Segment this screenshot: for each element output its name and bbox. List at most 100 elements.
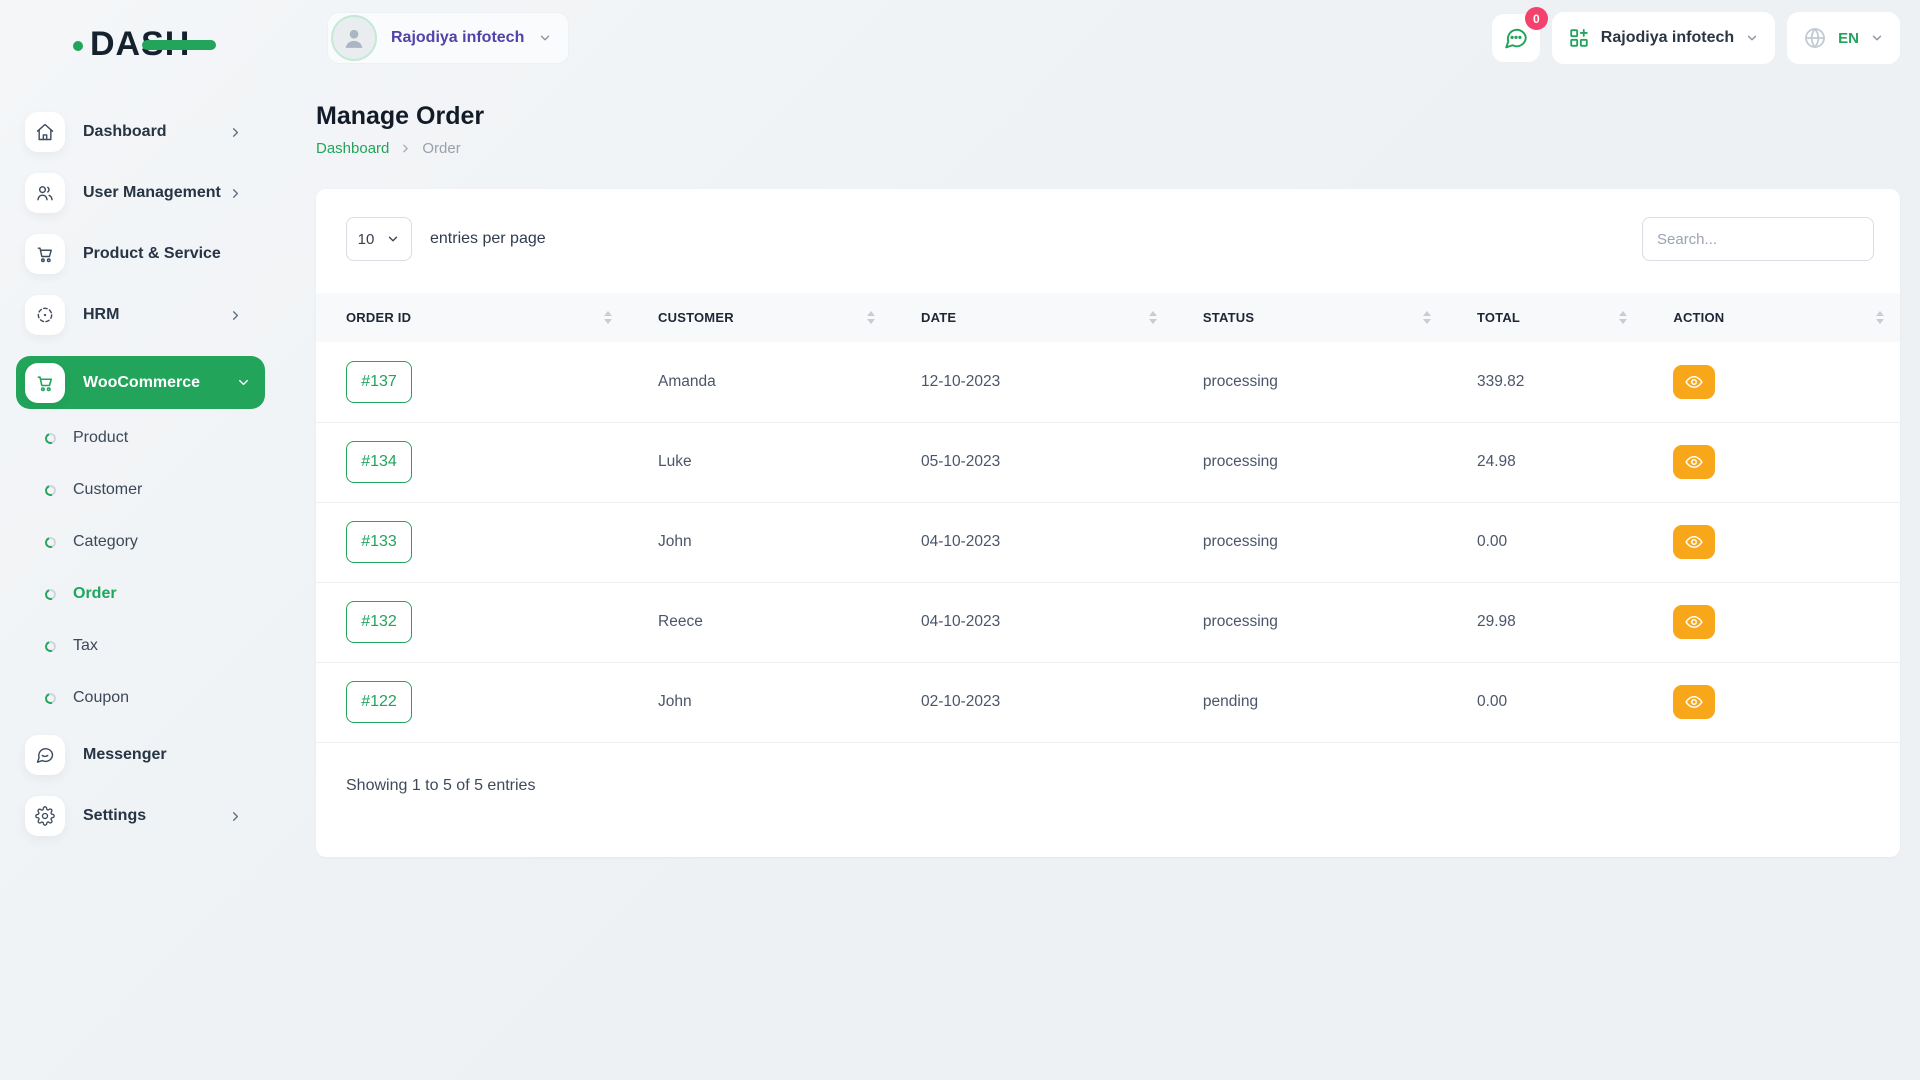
sidebar: DASH Dashboard User Management Product &… (0, 0, 265, 1080)
scan-icon (25, 295, 65, 335)
woocommerce-submenu: Product Customer Category Order Tax Coup… (45, 423, 265, 713)
sort-icon[interactable] (1876, 311, 1884, 324)
total-cell: 0.00 (1447, 662, 1643, 742)
orders-card: 10 entries per page ORDER ID CUSTOMER DA… (316, 189, 1900, 857)
order-id-badge[interactable]: #134 (346, 441, 412, 483)
sidebar-nav: Dashboard User Management Product & Serv… (0, 112, 265, 836)
sort-icon[interactable] (1149, 311, 1157, 324)
date-cell: 04-10-2023 (891, 582, 1173, 662)
entries-per-page-label: entries per page (430, 230, 546, 248)
customer-cell: Luke (628, 422, 891, 502)
bullet-icon (43, 483, 58, 498)
customer-cell: John (628, 662, 891, 742)
gear-icon (25, 796, 65, 836)
chevron-right-icon (228, 125, 243, 140)
sidebar-item-messenger[interactable]: Messenger (16, 735, 257, 775)
bullet-icon (43, 587, 58, 602)
table-summary: Showing 1 to 5 of 5 entries (316, 743, 1900, 857)
sidebar-subitem-tax[interactable]: Tax (45, 631, 265, 661)
table-header-row: ORDER ID CUSTOMER DATE STATUS TOTAL ACTI… (316, 293, 1900, 342)
sidebar-subitem-coupon[interactable]: Coupon (45, 683, 265, 713)
sidebar-subitem-product[interactable]: Product (45, 423, 265, 453)
column-header-date[interactable]: DATE (891, 310, 1173, 325)
main-content: Rajodiya infotech 0 Rajodiya infotech EN… (265, 0, 1920, 1080)
sidebar-item-product-service[interactable]: Product & Service (16, 234, 257, 274)
sidebar-item-hrm[interactable]: HRM (16, 295, 257, 335)
sort-icon[interactable] (604, 311, 612, 324)
workspace-dropdown-label: Rajodiya infotech (1601, 29, 1734, 47)
sidebar-item-label: Messenger (83, 746, 167, 764)
customer-cell: John (628, 502, 891, 582)
column-header-status[interactable]: STATUS (1173, 310, 1447, 325)
column-header-total[interactable]: TOTAL (1447, 310, 1643, 325)
sidebar-item-label: Settings (83, 807, 146, 825)
status-cell: processing (1173, 582, 1447, 662)
sidebar-item-label: Product & Service (83, 245, 221, 263)
sidebar-item-label: WooCommerce (83, 374, 200, 392)
status-cell: processing (1173, 502, 1447, 582)
sidebar-subitem-customer[interactable]: Customer (45, 475, 265, 505)
table-row: #133 John 04-10-2023 processing 0.00 (316, 502, 1900, 582)
sidebar-item-user-management[interactable]: User Management (16, 173, 257, 213)
table-row: #134 Luke 05-10-2023 processing 24.98 (316, 422, 1900, 502)
total-cell: 29.98 (1447, 582, 1643, 662)
logo-dash-decoration (142, 40, 216, 50)
sidebar-subitem-order[interactable]: Order (45, 579, 265, 609)
chevron-down-icon (538, 31, 552, 45)
cart-icon (25, 234, 65, 274)
messages-button[interactable]: 0 (1492, 14, 1540, 62)
breadcrumb: Dashboard Order (316, 140, 1900, 157)
users-icon (25, 173, 65, 213)
language-dropdown[interactable]: EN (1787, 12, 1900, 64)
entries-per-page-select[interactable]: 10 (346, 217, 412, 261)
orders-table: ORDER ID CUSTOMER DATE STATUS TOTAL ACTI… (316, 293, 1900, 743)
breadcrumb-separator-icon (399, 142, 412, 155)
table-row: #122 John 02-10-2023 pending 0.00 (316, 662, 1900, 742)
user-dropdown[interactable]: Rajodiya infotech (327, 12, 569, 64)
date-cell: 02-10-2023 (891, 662, 1173, 742)
sidebar-subitem-category[interactable]: Category (45, 527, 265, 557)
view-order-button[interactable] (1673, 525, 1715, 559)
globe-icon (1803, 26, 1827, 50)
view-order-button[interactable] (1673, 605, 1715, 639)
view-order-button[interactable] (1673, 445, 1715, 479)
total-cell: 339.82 (1447, 342, 1643, 422)
sidebar-item-dashboard[interactable]: Dashboard (16, 112, 257, 152)
topbar: Rajodiya infotech 0 Rajodiya infotech EN (316, 12, 1900, 64)
view-order-button[interactable] (1673, 685, 1715, 719)
logo-dot-decoration (73, 41, 83, 51)
sort-icon[interactable] (1619, 311, 1627, 324)
language-dropdown-label: EN (1838, 30, 1859, 47)
order-id-badge[interactable]: #122 (346, 681, 412, 723)
chevron-down-icon (386, 232, 400, 246)
view-order-button[interactable] (1673, 365, 1715, 399)
breadcrumb-dashboard-link[interactable]: Dashboard (316, 140, 389, 157)
sort-icon[interactable] (1423, 311, 1431, 324)
order-id-badge[interactable]: #132 (346, 601, 412, 643)
sidebar-item-settings[interactable]: Settings (16, 796, 257, 836)
date-cell: 04-10-2023 (891, 502, 1173, 582)
order-id-badge[interactable]: #137 (346, 361, 412, 403)
table-controls: 10 entries per page (316, 189, 1900, 261)
status-cell: processing (1173, 342, 1447, 422)
chevron-right-icon (228, 809, 243, 824)
bullet-icon (43, 691, 58, 706)
sidebar-item-woocommerce[interactable]: WooCommerce (16, 356, 265, 409)
workspace-dropdown[interactable]: Rajodiya infotech (1552, 12, 1775, 64)
order-id-badge[interactable]: #133 (346, 521, 412, 563)
subitem-label: Product (73, 429, 128, 447)
table-row: #137 Amanda 12-10-2023 processing 339.82 (316, 342, 1900, 422)
messages-count-badge: 0 (1525, 7, 1548, 30)
search-input[interactable] (1642, 217, 1874, 261)
home-icon (25, 112, 65, 152)
status-cell: pending (1173, 662, 1447, 742)
column-header-order-id[interactable]: ORDER ID (316, 310, 628, 325)
bullet-icon (43, 431, 58, 446)
chevron-right-icon (228, 186, 243, 201)
total-cell: 24.98 (1447, 422, 1643, 502)
column-header-action[interactable]: ACTION (1643, 310, 1900, 325)
brand-logo[interactable]: DASH (90, 24, 190, 64)
sort-icon[interactable] (867, 311, 875, 324)
column-header-customer[interactable]: CUSTOMER (628, 310, 891, 325)
eye-icon (1685, 533, 1703, 551)
